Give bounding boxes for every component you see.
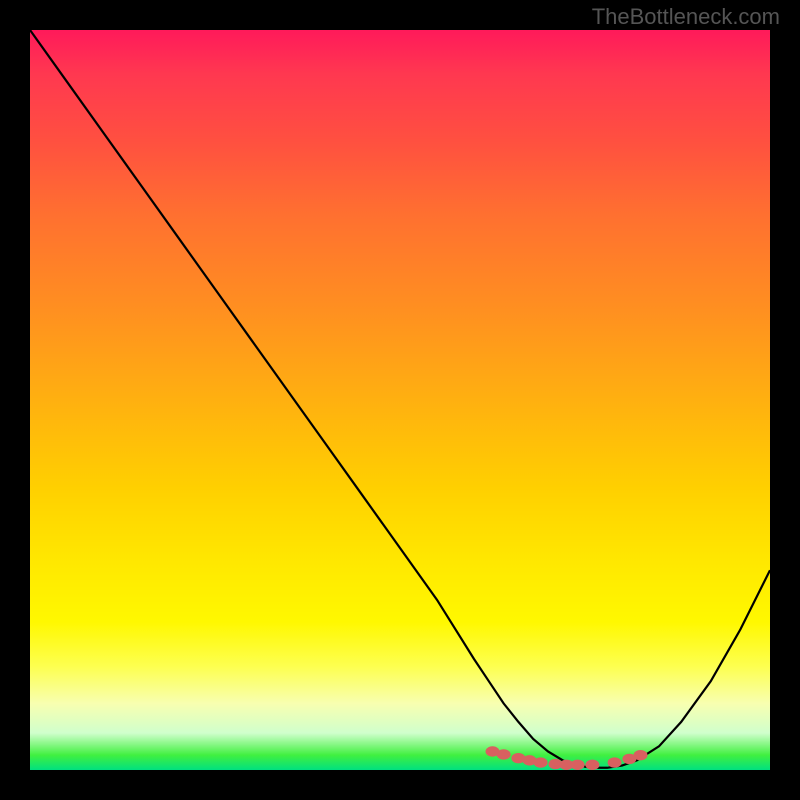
chart-container <box>30 30 770 770</box>
watermark-text: TheBottleneck.com <box>592 4 780 30</box>
marker-dot <box>608 757 622 767</box>
marker-dot <box>585 760 599 770</box>
chart-markers <box>30 30 770 770</box>
marker-dot <box>571 760 585 770</box>
marker-dot <box>634 750 648 760</box>
marker-dot <box>497 749 511 759</box>
marker-dot <box>534 757 548 767</box>
